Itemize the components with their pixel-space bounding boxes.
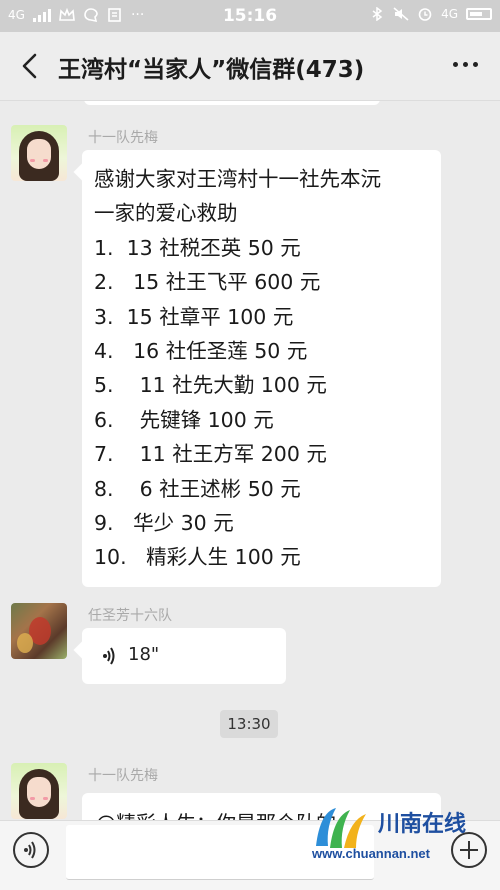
message-line: 3. 15 社章平 100 元 xyxy=(94,304,294,329)
back-arrow-icon[interactable] xyxy=(16,51,46,81)
message-text: @精彩人生：你是那个队的 xyxy=(96,807,336,820)
watermark-name: 川南在线 xyxy=(378,812,467,837)
voice-message-bubble[interactable]: 18" xyxy=(82,628,286,684)
message-line: 5. 11 社先大勤 100 元 xyxy=(94,373,327,398)
message-line: 8. 6 社王述彬 50 元 xyxy=(94,476,301,501)
message-line: 6. 先键锋 100 元 xyxy=(94,407,274,432)
chat-title: 王湾村“当家人”微信群(473) xyxy=(58,57,365,83)
previous-message-bubble xyxy=(84,101,380,105)
avatar[interactable] xyxy=(11,603,67,659)
message-line: 10. 精彩人生 100 元 xyxy=(94,545,301,570)
message-line: 感谢大家对王湾村十一社先本沅 xyxy=(94,167,381,191)
message-line: 4. 16 社任圣莲 50 元 xyxy=(94,339,308,364)
message-line: 1. 13 社税丕英 50 元 xyxy=(94,235,301,260)
voice-input-toggle-button[interactable] xyxy=(13,832,49,868)
network-type-right: 4G xyxy=(441,7,458,21)
voice-wave-icon xyxy=(103,647,115,665)
mute-icon xyxy=(393,7,409,21)
bluetooth-icon xyxy=(372,7,383,21)
voice-wave-icon xyxy=(24,841,36,859)
time-divider: 13:30 xyxy=(220,710,278,738)
message-line: 一家的爱心救助 xyxy=(94,201,238,226)
sender-name: 十一队先梅 xyxy=(88,768,158,784)
message-line: 9. 华少 30 元 xyxy=(94,511,234,536)
avatar[interactable] xyxy=(11,763,67,819)
message-list[interactable]: 十一队先梅 感谢大家对王湾村十一社先本沅 一家的爱心救助 1. 13 社税丕英 … xyxy=(0,101,500,820)
sender-name: 十一队先梅 xyxy=(88,130,158,146)
message-bubble[interactable]: 感谢大家对王湾村十一社先本沅 一家的爱心救助 1. 13 社税丕英 50 元 2… xyxy=(82,150,441,587)
message-line: 2. 15 社王飞平 600 元 xyxy=(94,270,321,295)
watermark-url: www.chuannan.net xyxy=(312,846,430,861)
chat-header: 王湾村“当家人”微信群(473) xyxy=(0,32,500,101)
avatar[interactable] xyxy=(11,125,67,181)
site-watermark: 川南在线 www.chuannan.net xyxy=(310,802,466,862)
voice-duration: 18" xyxy=(128,644,160,665)
alarm-icon xyxy=(418,8,432,21)
more-options-icon[interactable] xyxy=(453,62,478,67)
message-line: 7. 11 社王方军 200 元 xyxy=(94,442,327,467)
status-bar: 4G ··· 15:16 4G xyxy=(0,0,500,32)
battery-icon xyxy=(466,8,492,20)
sender-name: 任圣芳十六队 xyxy=(88,608,172,624)
